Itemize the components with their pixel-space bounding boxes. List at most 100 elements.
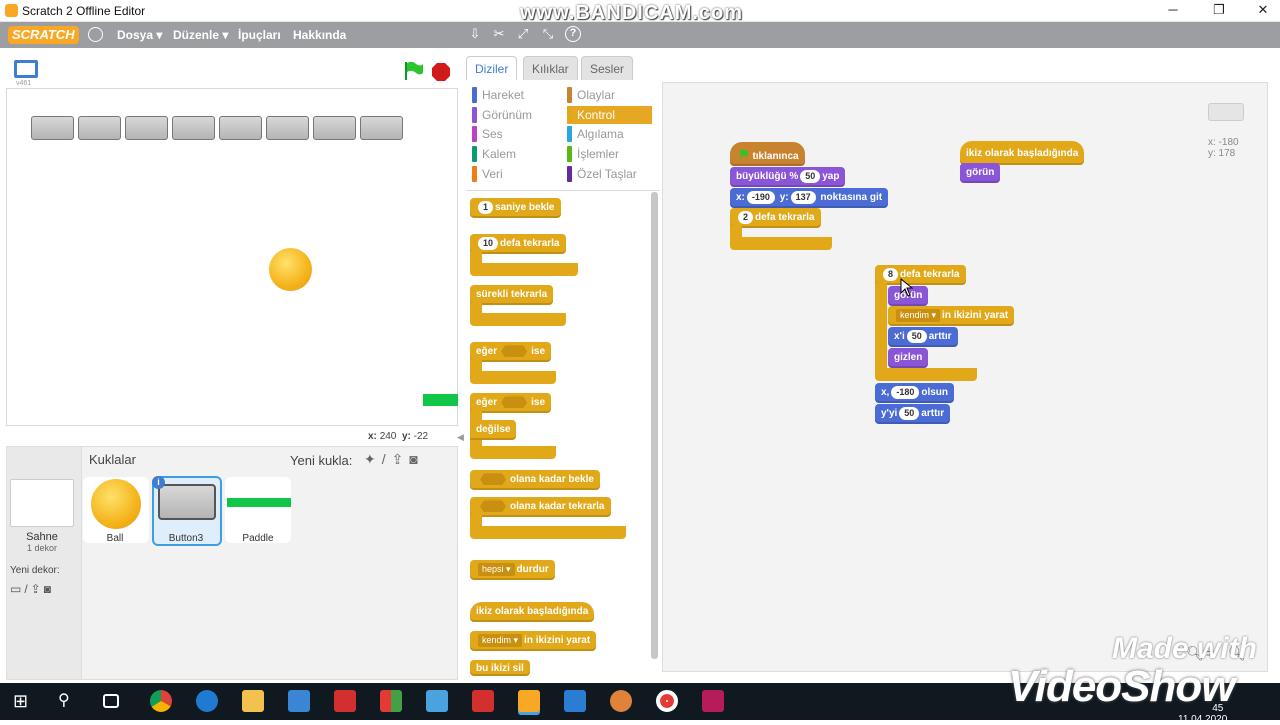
sprite-paddle-label: Paddle [242,533,274,544]
tab-scripts[interactable]: Diziler [466,56,518,80]
close-button[interactable]: ✕ [1248,2,1278,20]
palette-scrollbar[interactable] [651,192,658,659]
category-looks[interactable]: Görünüm [472,106,557,124]
create-clone-block[interactable]: kendim ▾ in ikizini yarat [888,306,1015,326]
menu-file[interactable]: Dosya ▾ [117,28,162,42]
palette-if-else-block[interactable]: eğer ise [470,393,552,413]
store-icon[interactable] [288,690,310,712]
edge-icon[interactable] [196,690,218,712]
ball-sprite [269,248,312,291]
palette-if-block[interactable]: eğer ise [470,342,552,362]
version-label: v461 [16,80,32,87]
category-operators[interactable]: İşlemler [567,145,652,163]
cut-icon[interactable]: ✂ [491,26,507,42]
stage-column: Sahne 1 dekor Yeni dekor: ▭/⇪◙ [7,447,82,679]
search-icon[interactable]: ⚲ [58,690,80,712]
category-data[interactable]: Veri [472,165,557,183]
stage-backdrop-count: 1 dekor [26,543,58,553]
show-block[interactable]: görün [960,163,1001,183]
palette-else-label: değilse [470,420,517,440]
go-to-xy-block[interactable]: x: -190 y: 137 noktasına git [730,188,889,208]
palette-stop-block[interactable]: hepsi ▾ durdur [470,560,555,580]
brick-sprite [219,116,262,140]
sprite-ball-label: Ball [106,533,124,544]
madewith-watermark: Made with [1112,632,1258,665]
bandicam-record-icon[interactable] [656,690,678,712]
palette-delete-clone-block[interactable]: bu ikizi sil [470,660,530,676]
brick-sprite [266,116,309,140]
sprites-title: Kuklalar [89,452,136,467]
set-x-block[interactable]: x, -180 olsun [875,383,955,403]
palette-when-clone-block[interactable]: ikiz olarak başladığında [470,602,595,622]
paddle-sprite [423,394,458,406]
palette-forever-block[interactable]: sürekli tekrarla [470,285,554,305]
chrome-icon[interactable] [150,690,172,712]
duplicate-icon[interactable]: ⇩ [467,26,483,42]
task-view-icon[interactable] [103,694,119,708]
collapse-stage-arrow[interactable]: ◀ [457,432,464,443]
yandex-icon[interactable] [472,690,494,712]
scratch-logo[interactable]: SCRATCH [8,26,79,44]
app-icon[interactable] [426,690,448,712]
new-sprite-label: Yeni kukla: [290,453,353,468]
scratch-taskbar-icon[interactable] [518,690,540,712]
palette-repeat-block[interactable]: 10 defa tekrarla [470,234,566,254]
palette-forever-arm [470,313,566,326]
minimize-button[interactable]: ─ [1158,2,1188,20]
language-globe-icon[interactable] [88,27,103,42]
when-flag-clicked-hat[interactable]: ⚑ tıklanınca [730,142,805,166]
hide-block[interactable]: gizlen [888,348,929,368]
change-x-block[interactable]: x'i 50 arttır [888,327,958,347]
app-icon[interactable] [702,690,724,712]
shrink-icon[interactable]: ⤡ [540,26,556,42]
sprite-pane: Sahne 1 dekor Yeni dekor: ▭/⇪◙ Kuklalar … [6,446,458,680]
title-bar: Scratch 2 Offline Editor www.BANDICAM.co… [0,0,1280,24]
brick-sprite [360,116,403,140]
category-sound[interactable]: Ses [472,125,557,143]
menu-edit[interactable]: Düzenle ▾ [173,28,228,42]
category-control[interactable]: Kontrol [567,106,652,124]
fullscreen-icon[interactable] [14,60,38,78]
stage-thumbnail[interactable] [10,479,74,527]
palette-wait-block[interactable]: 1 saniye bekle [470,198,561,218]
palette-repeat-arm [470,263,578,276]
palette-repeat-until-block[interactable]: olana kadar tekrarla [470,497,611,517]
brick-sprite [78,116,121,140]
brick-sprite [313,116,356,140]
tab-costumes[interactable]: Kılıklar [523,56,578,80]
acrobat-icon[interactable] [334,690,356,712]
repeat-block[interactable]: 2 defa tekrarla [730,208,821,228]
change-y-block[interactable]: y'yi 50 arttır [875,404,951,424]
help-icon[interactable]: ? [565,26,581,42]
stage-label: Sahne [26,531,58,543]
new-backdrop-tools[interactable]: ▭/⇪◙ [10,582,54,596]
brick-sprite [172,116,215,140]
when-start-as-clone-hat[interactable]: ikiz olarak başladığında [960,141,1085,165]
green-flag-icon[interactable] [402,60,424,82]
file-explorer-icon[interactable] [242,690,264,712]
stage-mouse-coords: x: 240 y: -22 [368,431,429,442]
windows-start-icon[interactable]: ⊞ [13,690,35,712]
category-motion[interactable]: Hareket [472,86,557,104]
set-size-block[interactable]: büyüklüğü % 50 yap [730,167,846,187]
info-icon[interactable]: i [152,476,165,489]
category-more-blocks[interactable]: Özel Taşlar [567,165,652,183]
maximize-button[interactable]: ❐ [1204,2,1234,20]
category-events[interactable]: Olaylar [567,86,652,104]
app-icon[interactable] [380,690,402,712]
palette-create-clone-block[interactable]: kendim ▾ in ikizini yarat [470,631,597,651]
sprite-preview-thumb [1208,103,1244,121]
stop-icon[interactable] [431,62,451,82]
menu-tips[interactable]: İpuçları [238,28,281,42]
category-pen[interactable]: Kalem [472,145,557,163]
window-title: Scratch 2 Offline Editor [22,4,146,18]
new-sprite-tools[interactable]: ✦/⇪◙ [364,451,424,468]
app-icon[interactable] [564,690,586,712]
palette-wait-until-block[interactable]: olana kadar bekle [470,470,600,490]
app-icon[interactable] [610,690,632,712]
category-sensing[interactable]: Algılama [567,125,652,143]
repeat-block[interactable]: 8 defa tekrarla [875,265,966,285]
menu-about[interactable]: Hakkında [293,28,346,42]
tab-sounds[interactable]: Sesler [581,56,634,80]
grow-icon[interactable]: ⤢ [515,26,531,42]
